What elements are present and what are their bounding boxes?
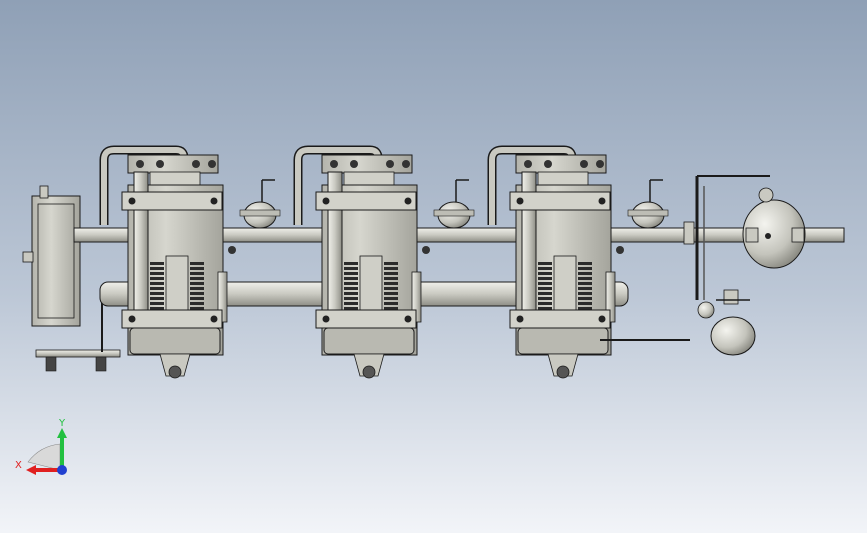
receiver-vessel-small[interactable] — [697, 289, 756, 356]
compressor-unit[interactable] — [293, 145, 475, 379]
right-piping — [600, 175, 770, 341]
assembly-model[interactable]: Y X — [0, 0, 867, 533]
compressor-units[interactable] — [99, 145, 669, 379]
control-box[interactable] — [22, 185, 81, 327]
triad-x-label: X — [15, 460, 22, 471]
receiver-vessel-large[interactable] — [742, 187, 806, 269]
triad-y-label: Y — [58, 418, 66, 429]
compressor-unit[interactable] — [487, 145, 669, 379]
cad-graphics-viewport[interactable]: Y X — [0, 0, 867, 533]
compressor-unit[interactable] — [99, 145, 281, 379]
coordinate-triad — [26, 428, 67, 475]
